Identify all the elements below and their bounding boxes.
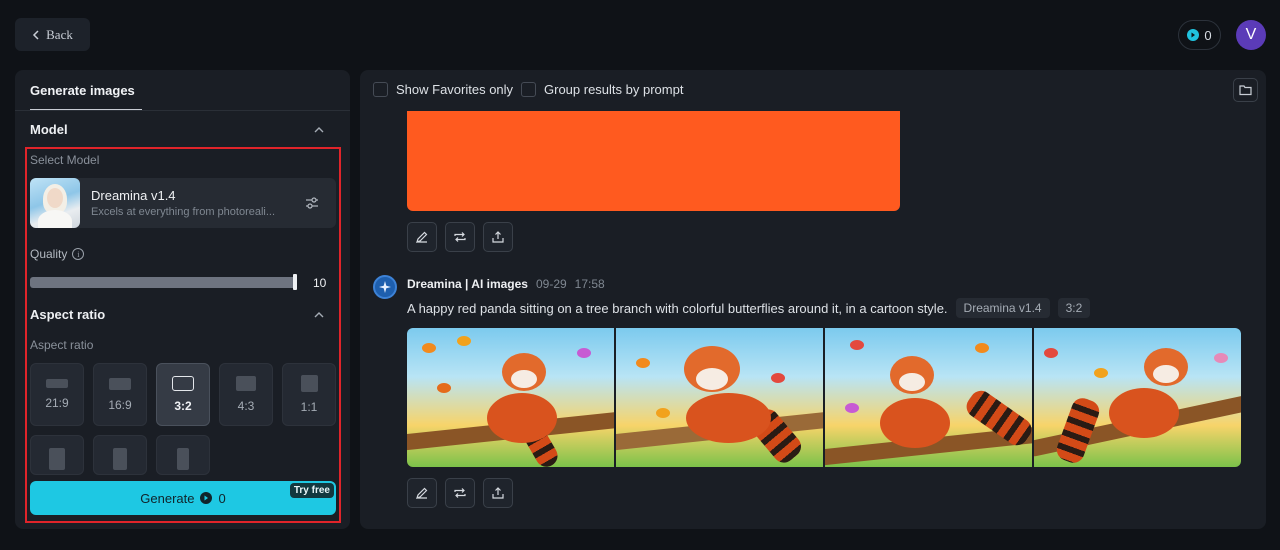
export-button[interactable] [483,478,513,508]
result-image-grid [407,328,1241,467]
select-model-label: Select Model [30,153,100,167]
ratio-option-3-2[interactable]: 3:2 [156,363,210,426]
ratio-3-4-icon [49,448,65,470]
chevron-up-icon[interactable] [313,124,325,136]
result-image-1[interactable] [407,328,614,467]
ratio-label: 1:1 [300,400,318,414]
ratio-option-16-9[interactable]: 16:9 [93,363,147,426]
model-section-title: Model [30,122,68,137]
show-favorites-label: Show Favorites only [396,82,514,97]
upload-icon [492,487,504,499]
aspect-ratio-label: Aspect ratio [30,338,94,352]
tab-divider [15,110,350,111]
message-sender: Dreamina | AI images [407,277,528,291]
message-date: 09-29 [535,277,567,291]
previous-result-image[interactable] [407,111,900,211]
repeat-icon [454,232,466,242]
folder-icon [1239,85,1252,96]
model-description: Excels at everything from photoreali... [91,206,276,218]
ratio-option-2-3[interactable] [93,435,147,475]
quality-value: 10 [313,276,327,290]
prompt-row: A happy red panda sitting on a tree bran… [407,298,1091,318]
generate-label: Generate [140,490,195,506]
export-button[interactable] [483,222,513,252]
ratio-label: 3:2 [174,399,192,413]
show-favorites-checkbox[interactable] [373,82,388,97]
pencil-icon [416,231,428,243]
chevron-up-icon[interactable] [313,309,325,321]
quality-label: Quality i [30,247,85,261]
model-thumbnail [30,178,80,228]
ratio-option-9-16[interactable] [156,435,210,475]
ratio-9-16-icon [177,448,189,470]
chevron-left-icon [33,29,39,40]
ratio-16-9-icon [109,377,131,390]
edit-button[interactable] [407,478,437,508]
generate-cost: 0 [218,490,226,506]
pencil-icon [416,487,428,499]
ratio-2-3-icon [113,448,127,470]
model-tag: Dreamina v1.4 [955,298,1050,318]
ratio-4-3-icon [236,376,256,391]
regenerate-button[interactable] [445,222,475,252]
message-header: Dreamina | AI images 09-29 17:58 [407,277,605,291]
prompt-text[interactable]: A happy red panda sitting on a tree bran… [407,301,948,316]
show-favorites-option[interactable]: Show Favorites only [373,82,513,97]
try-free-badge: Try free [289,483,334,498]
result-actions [407,478,513,508]
ratio-21-9-icon [46,379,68,388]
group-results-checkbox[interactable] [521,82,536,97]
generate-button[interactable]: Generate 0 Try free [30,481,336,515]
user-avatar[interactable]: V [1236,20,1266,50]
folder-button[interactable] [1233,78,1258,102]
dreamina-bot-icon [373,275,397,299]
regenerate-button[interactable] [445,478,475,508]
ratio-label: 4:3 [237,399,255,413]
back-label: Back [46,26,73,42]
repeat-icon [454,488,466,498]
results-panel: Show Favorites only Group results by pro… [360,70,1266,529]
previous-actions [407,222,513,252]
upload-icon [492,231,504,243]
ratio-option-3-4[interactable] [30,435,84,475]
model-name: Dreamina v1.4 [91,188,176,203]
edit-button[interactable] [407,222,437,252]
credit-coin-icon [200,492,213,504]
back-button[interactable]: Back [15,18,90,51]
credits-count: 0 [1204,27,1212,43]
result-image-2[interactable] [616,328,823,467]
ratio-label: 21:9 [45,396,69,410]
credits-badge[interactable]: 0 [1178,20,1221,50]
ratio-3-2-icon [172,376,194,391]
aspect-section-title: Aspect ratio [30,307,106,322]
result-image-3[interactable] [825,328,1032,467]
info-icon[interactable]: i [72,248,85,260]
message-time: 17:58 [574,277,605,291]
credit-coin-icon [1187,29,1200,41]
sliders-settings-icon[interactable] [304,195,320,211]
model-selector[interactable]: Dreamina v1.4 Excels at everything from … [30,178,336,228]
ratio-1-1-icon [300,375,318,392]
ratio-option-1-1[interactable]: 1:1 [282,363,336,426]
quality-slider-track[interactable] [30,277,296,288]
generate-panel: Generate images Model Select Model Dream… [15,70,350,529]
ratio-tag: 3:2 [1057,298,1091,318]
ratio-label: 16:9 [108,397,132,412]
ratio-option-4-3[interactable]: 4:3 [219,363,273,426]
group-results-label: Group results by prompt [544,82,684,97]
quality-slider-handle[interactable] [293,274,297,290]
group-results-option[interactable]: Group results by prompt [521,82,683,97]
tab-generate-images[interactable]: Generate images [30,83,135,98]
ratio-option-21-9[interactable]: 21:9 [30,363,84,426]
result-image-4[interactable] [1034,328,1241,467]
quality-label-text: Quality [30,247,68,261]
